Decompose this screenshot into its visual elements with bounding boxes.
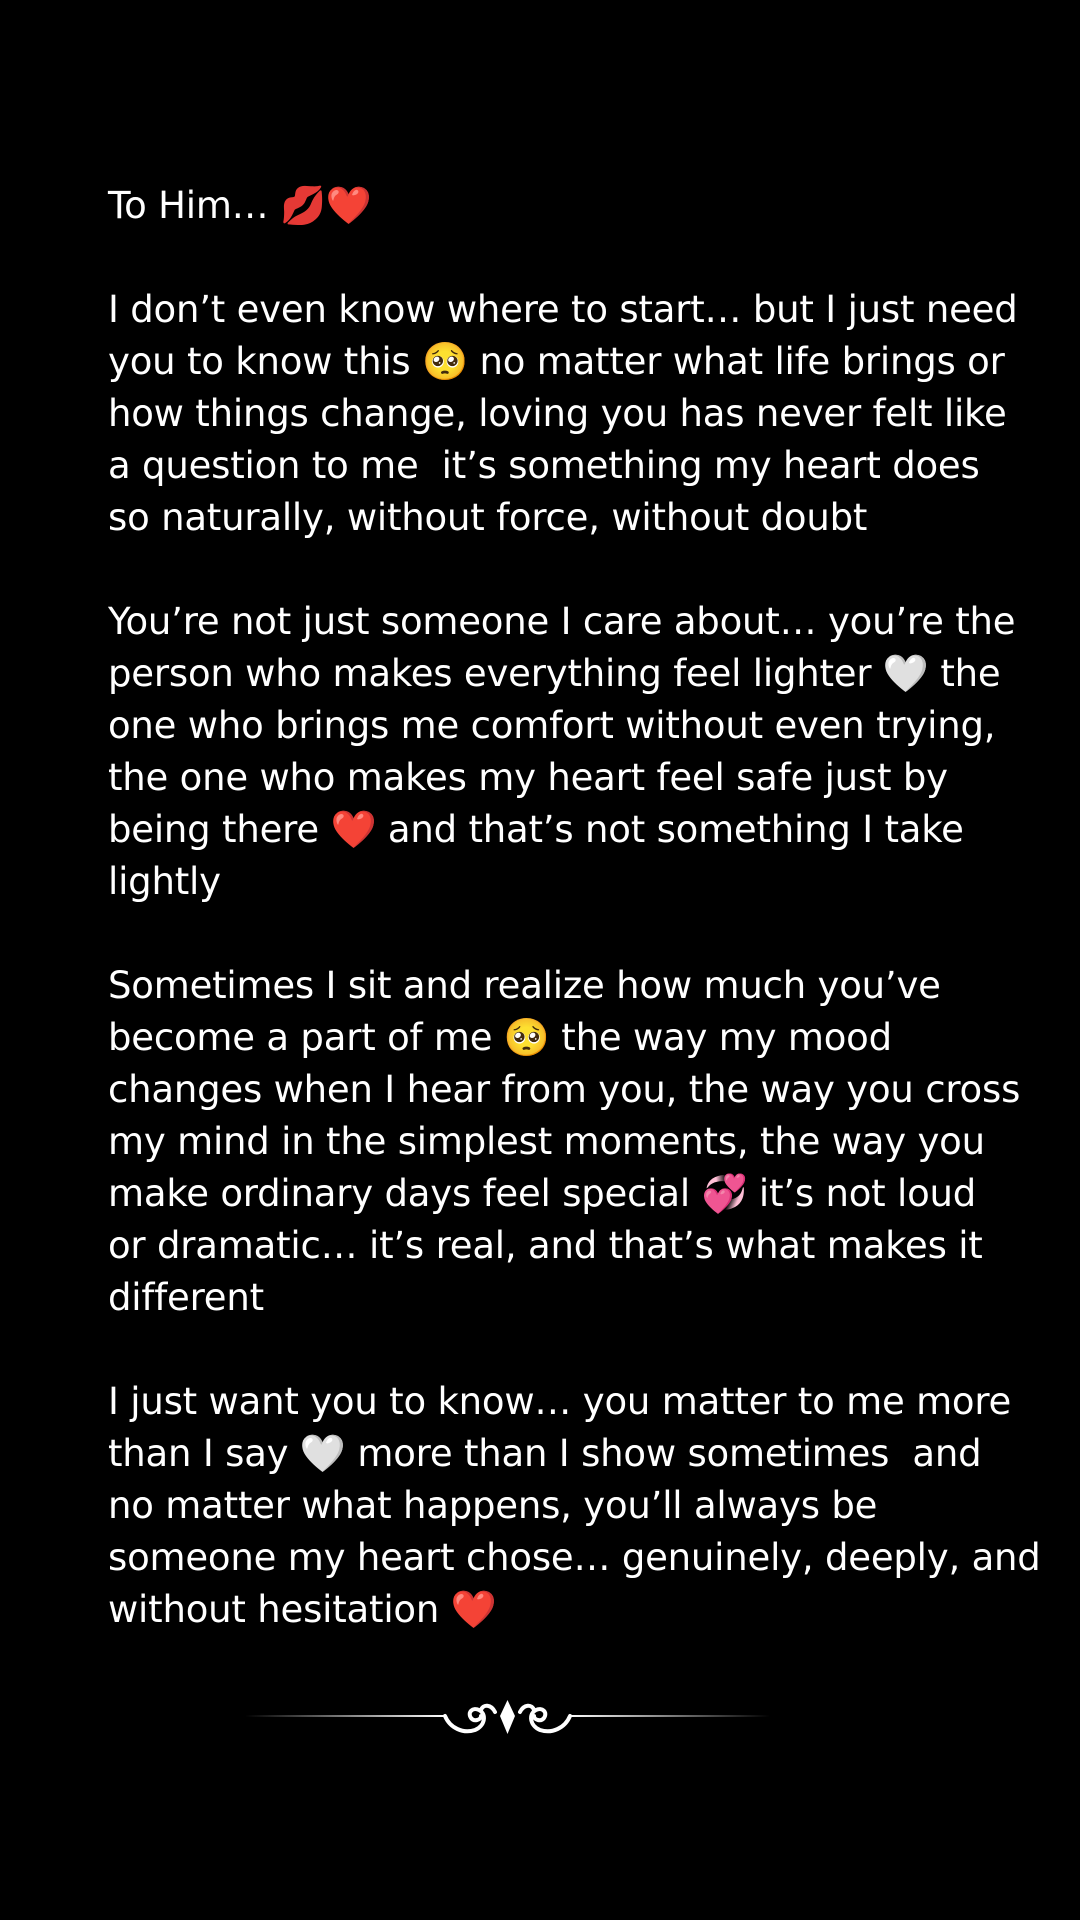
paragraph-line: you to know this 🥺 no matter what life b… bbox=[108, 340, 1005, 383]
letter-body: To Him… 💋❤️ I don’t even know where to s… bbox=[108, 180, 1041, 1688]
paragraph-line: my mind in the simplest moments, the way… bbox=[108, 1120, 985, 1163]
letter-greeting: To Him… 💋❤️ bbox=[108, 184, 372, 227]
paragraph-line: without hesitation ❤️ bbox=[108, 1588, 497, 1631]
paragraph-line: You’re not just someone I care about… yo… bbox=[108, 600, 1016, 643]
paragraph-line: so naturally, without force, without dou… bbox=[108, 496, 868, 539]
paragraph-line: become a part of me 🥺 the way my mood bbox=[108, 1016, 892, 1059]
paragraph-line: someone my heart chose… genuinely, deepl… bbox=[108, 1536, 1041, 1579]
letter-greeting-block: To Him… 💋❤️ bbox=[108, 180, 1008, 232]
paragraph-line: than I say 🤍 more than I show sometimes … bbox=[108, 1432, 982, 1475]
paragraph-line: no matter what happens, you’ll always be bbox=[108, 1484, 878, 1527]
paragraph-line: lightly bbox=[108, 860, 221, 903]
divider-line-right bbox=[570, 1715, 770, 1717]
paragraph-line: I don’t even know where to start… but I … bbox=[108, 288, 1018, 331]
paragraph-line: the one who makes my heart feel safe jus… bbox=[108, 756, 948, 799]
letter-paragraph-1: I don’t even know where to start… but I … bbox=[108, 284, 1018, 544]
paragraph-line: being there ❤️ and that’s not something … bbox=[108, 808, 964, 851]
letter-paragraph-4: I just want you to know… you matter to m… bbox=[108, 1376, 1041, 1636]
paragraph-line: make ordinary days feel special 💞 it’s n… bbox=[108, 1172, 977, 1215]
paragraph-line: Sometimes I sit and realize how much you… bbox=[108, 964, 941, 1007]
divider-center-diamond bbox=[500, 1700, 515, 1734]
paragraph-line: person who makes everything feel lighter… bbox=[108, 652, 1001, 695]
divider-line-left bbox=[245, 1715, 445, 1717]
paragraph-line: I just want you to know… you matter to m… bbox=[108, 1380, 1012, 1423]
paragraph-line: different bbox=[108, 1276, 264, 1319]
paragraph-line: or dramatic… it’s real, and that’s what … bbox=[108, 1224, 983, 1267]
paragraph-line: changes when I hear from you, the way yo… bbox=[108, 1068, 1021, 1111]
paragraph-line: how things change, loving you has never … bbox=[108, 392, 1007, 435]
letter-paragraph-3: Sometimes I sit and realize how much you… bbox=[108, 960, 1021, 1324]
ornamental-divider-icon bbox=[245, 1700, 770, 1734]
paragraph-line: one who brings me comfort without even t… bbox=[108, 704, 996, 747]
letter-paragraph-2: You’re not just someone I care about… yo… bbox=[108, 596, 1016, 908]
paragraph-line: a question to me it’s something my heart… bbox=[108, 444, 980, 487]
